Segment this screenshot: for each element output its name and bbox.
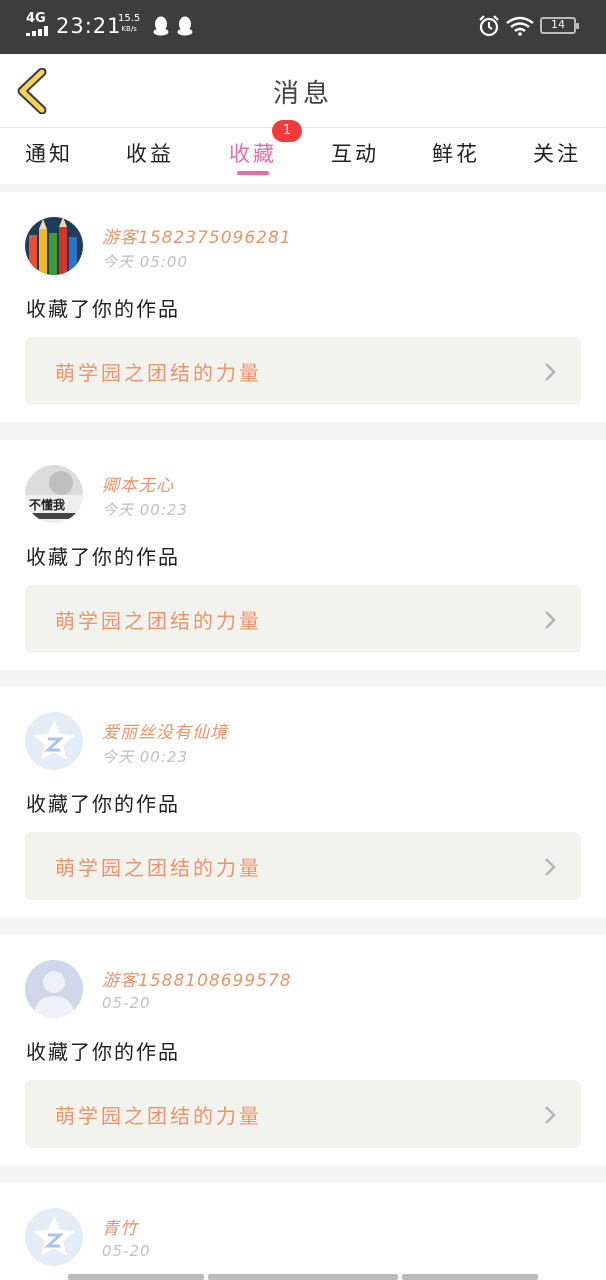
username[interactable]: 游客1588108699578 xyxy=(102,966,292,991)
tab-favorites[interactable]: 收藏 xyxy=(213,138,293,168)
chevron-right-icon xyxy=(545,858,556,876)
work-link[interactable]: 萌学园之团结的力量 xyxy=(25,1080,581,1148)
message-time: 今天 05:00 xyxy=(102,253,188,271)
alarm-icon xyxy=(479,15,499,37)
header-bar: 消息 xyxy=(0,54,606,128)
message-action: 收藏了你的作品 xyxy=(26,792,180,816)
work-title: 萌学园之团结的力量 xyxy=(55,1104,262,1128)
message-time: 今天 00:23 xyxy=(102,748,188,766)
chevron-right-icon xyxy=(545,1106,556,1124)
message-time: 05-20 xyxy=(102,994,151,1012)
clock: 23:21 xyxy=(56,14,122,38)
net-speed: 15.5 KB/s xyxy=(118,13,140,35)
message-action: 收藏了你的作品 xyxy=(26,545,180,569)
qq-icon xyxy=(177,16,193,36)
message-card: 爱丽丝没有仙境 今天 00:23 收藏了你的作品 萌学园之团结的力量 xyxy=(0,687,606,917)
scroll-indicator xyxy=(402,1274,538,1280)
battery-icon: 14 xyxy=(540,17,579,34)
battery-level: 14 xyxy=(551,18,565,31)
message-action: 收藏了你的作品 xyxy=(26,1040,180,1064)
net-speed-value: 15.5 xyxy=(118,13,141,24)
default-person-avatar[interactable] xyxy=(25,960,83,1018)
scroll-indicator xyxy=(208,1274,398,1280)
tab-following[interactable]: 关注 xyxy=(517,138,597,168)
work-link[interactable]: 萌学园之团结的力量 xyxy=(25,585,581,653)
avatar-caption: 不懂我 xyxy=(29,497,65,512)
username[interactable]: 青竹 xyxy=(102,1214,138,1239)
network-type: 4G xyxy=(26,11,46,26)
qzone-default-avatar[interactable] xyxy=(25,1208,83,1266)
favorites-count-badge: 1 xyxy=(272,120,302,142)
tab-notifications[interactable]: 通知 xyxy=(9,138,89,168)
message-card: 青竹 05-20 xyxy=(0,1183,606,1280)
scroll-indicator xyxy=(68,1274,204,1280)
message-card: 游客1588108699578 05-20 收藏了你的作品 萌学园之团结的力量 xyxy=(0,935,606,1165)
username[interactable]: 卿本无心 xyxy=(102,471,174,496)
message-time: 05-20 xyxy=(102,1242,151,1260)
message-card: 游客15823750962​81 今天 05:00 收藏了你的作品 萌学园之团结… xyxy=(0,192,606,422)
net-speed-unit: KB/s xyxy=(121,25,137,33)
pencils-avatar[interactable] xyxy=(25,217,83,275)
signal-icon xyxy=(26,26,48,36)
work-title: 萌学园之团结的力量 xyxy=(55,856,262,880)
qzone-default-avatar[interactable] xyxy=(25,712,83,770)
work-link[interactable]: 萌学园之团结的力量 xyxy=(25,832,581,900)
page-title: 消息 xyxy=(272,79,333,109)
work-link[interactable]: 萌学园之团结的力量 xyxy=(25,337,581,405)
username[interactable]: 爱丽丝没有仙境 xyxy=(102,718,228,743)
photo-avatar[interactable]: 不懂我 xyxy=(25,465,83,523)
tab-bar: 通知 收益 收藏 1 互动 鲜花 关注 xyxy=(0,120,606,184)
tab-flowers[interactable]: 鲜花 xyxy=(416,138,496,168)
username[interactable]: 游客15823750962​81 xyxy=(102,223,292,248)
wifi-icon xyxy=(506,16,534,36)
message-action: 收藏了你的作品 xyxy=(26,297,180,321)
chevron-right-icon xyxy=(545,363,556,381)
active-tab-indicator xyxy=(237,171,269,175)
tab-earnings[interactable]: 收益 xyxy=(110,138,190,168)
chevron-right-icon xyxy=(545,611,556,629)
work-title: 萌学园之团结的力量 xyxy=(55,609,262,633)
qq-icon xyxy=(153,16,169,36)
message-time: 今天 00:23 xyxy=(102,501,188,519)
message-card: 不懂我 卿本无心 今天 00:23 收藏了你的作品 萌学园之团结的力量 xyxy=(0,440,606,670)
work-title: 萌学园之团结的力量 xyxy=(55,361,262,385)
status-bar: 4G 23:21 15.5 KB/s 14 xyxy=(0,0,606,54)
tab-interactions[interactable]: 互动 xyxy=(315,138,395,168)
